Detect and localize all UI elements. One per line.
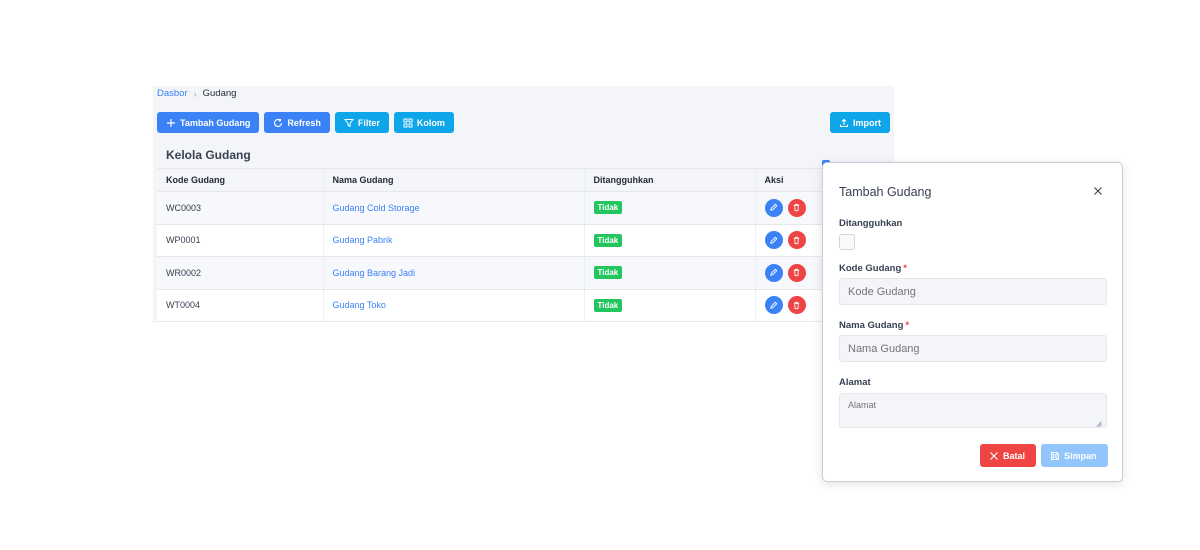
trash-icon	[793, 301, 800, 309]
pencil-icon	[770, 301, 778, 309]
status-badge: Tidak	[593, 233, 623, 247]
add-warehouse-dialog: Tambah Gudang Ditangguhkan Kode Gudang * …	[822, 162, 1123, 482]
close-icon	[990, 451, 998, 460]
columns-icon	[403, 118, 413, 127]
status-badge: Tidak	[593, 266, 623, 280]
breadcrumb-current: Gudang	[202, 88, 237, 99]
edit-button[interactable]	[764, 198, 783, 217]
code-input[interactable]	[839, 278, 1107, 305]
cancel-button[interactable]: Batal	[980, 444, 1036, 467]
name-input[interactable]	[839, 335, 1107, 362]
pencil-icon	[770, 236, 778, 244]
refresh-label: Refresh	[287, 117, 321, 128]
add-warehouse-button[interactable]: Tambah Gudang	[157, 112, 260, 133]
cell-name-link[interactable]: Gudang Toko	[333, 300, 386, 310]
delete-button[interactable]	[787, 296, 806, 315]
warehouse-card: Kelola Gudang Kode Gudang Nama Gudang Di…	[157, 138, 890, 322]
address-label: Alamat	[839, 377, 871, 388]
toolbar: Tambah Gudang Refresh Filter Kolom	[157, 112, 454, 133]
cell-name-link[interactable]: Gudang Barang Jadi	[333, 268, 416, 278]
import-label: Import	[853, 117, 881, 128]
breadcrumb-dasbor-link[interactable]: Dasbor	[157, 88, 188, 99]
edit-button[interactable]	[764, 296, 783, 315]
save-label: Simpan	[1064, 450, 1097, 461]
column-header-suspended[interactable]: Ditangguhkan	[583, 168, 755, 192]
name-label-text: Nama Gudang	[839, 320, 904, 331]
edit-button[interactable]	[764, 231, 783, 250]
import-button[interactable]: Import	[830, 112, 890, 133]
trash-icon	[793, 269, 800, 277]
pencil-icon	[770, 268, 778, 277]
upload-icon	[839, 118, 849, 127]
required-mark: *	[903, 263, 907, 274]
suspended-label: Ditangguhkan	[839, 218, 903, 229]
plus-icon	[167, 118, 175, 127]
delete-button[interactable]	[787, 198, 806, 217]
filter-button[interactable]: Filter	[334, 112, 389, 133]
name-label: Nama Gudang *	[839, 320, 909, 331]
save-button[interactable]: Simpan	[1041, 444, 1108, 467]
status-badge: Tidak	[593, 298, 623, 312]
column-header-name[interactable]: Nama Gudang	[322, 168, 584, 192]
dialog-title: Tambah Gudang	[839, 185, 932, 199]
columns-label: Kolom	[416, 117, 445, 128]
filter-label: Filter	[357, 117, 380, 128]
suspended-checkbox[interactable]	[839, 234, 855, 250]
close-icon[interactable]	[1092, 185, 1104, 197]
resize-grip-icon[interactable]	[1096, 421, 1102, 427]
delete-button[interactable]	[787, 231, 806, 250]
required-mark: *	[905, 320, 910, 331]
breadcrumb-separator: ›	[193, 88, 197, 99]
cell-code: WC0003	[157, 191, 323, 225]
refresh-button[interactable]: Refresh	[264, 112, 330, 133]
cell-code: WT0004	[157, 289, 323, 322]
columns-button[interactable]: Kolom	[393, 112, 454, 133]
cell-code: WR0002	[157, 256, 323, 290]
column-header-code[interactable]: Kode Gudang	[157, 168, 323, 192]
table-row: WC0003 Gudang Cold Storage Tidak	[157, 191, 890, 225]
add-warehouse-label: Tambah Gudang	[180, 117, 251, 128]
table-header-row: Kode Gudang Nama Gudang Ditangguhkan Aks…	[157, 168, 890, 192]
warehouse-table: Kode Gudang Nama Gudang Ditangguhkan Aks…	[157, 168, 890, 322]
cell-name-link[interactable]: Gudang Cold Storage	[333, 203, 420, 213]
status-badge: Tidak	[593, 201, 623, 215]
filter-icon	[343, 118, 354, 127]
table-row: WP0001 Gudang Pabrik Tidak	[157, 224, 890, 257]
breadcrumb: Dasbor › Gudang	[157, 88, 236, 99]
table-row: WT0004 Gudang Toko Tidak	[157, 289, 890, 322]
address-textarea[interactable]	[839, 393, 1107, 428]
code-label: Kode Gudang *	[839, 263, 907, 274]
cell-code: WP0001	[157, 224, 323, 257]
delete-button[interactable]	[787, 263, 806, 282]
cell-name-link[interactable]: Gudang Pabrik	[333, 235, 393, 245]
refresh-icon	[274, 118, 283, 127]
warehouse-page: Dasbor › Gudang Tambah Gudang Refresh Fi…	[153, 86, 894, 322]
cancel-label: Batal	[1003, 450, 1026, 461]
edit-button[interactable]	[764, 263, 783, 282]
card-title: Kelola Gudang	[157, 138, 890, 168]
save-icon	[1051, 451, 1059, 460]
table-row: WR0002 Gudang Barang Jadi Tidak	[157, 256, 890, 290]
trash-icon	[793, 236, 800, 244]
trash-icon	[793, 204, 800, 212]
code-label-text: Kode Gudang	[839, 263, 902, 274]
pencil-icon	[770, 203, 778, 212]
